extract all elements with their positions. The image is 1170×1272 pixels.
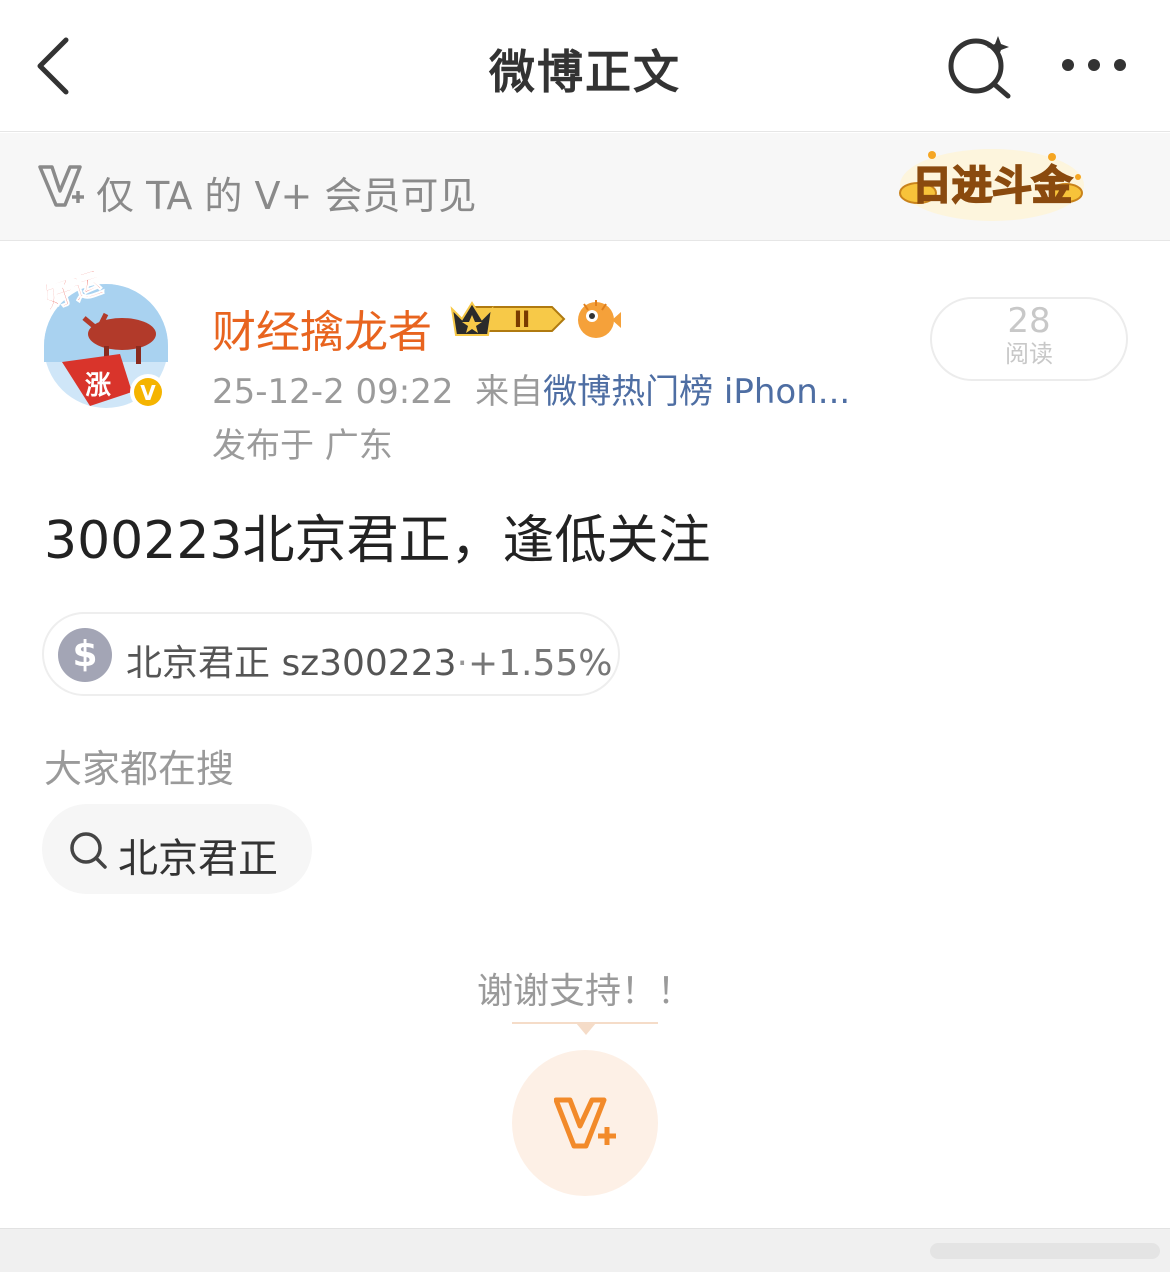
ellipsis-icon [1062,59,1126,71]
top-navigation-bar: 微博正文 [0,0,1170,132]
search-icon [70,832,107,869]
lucky-money-sticker: 日进斗金 [899,149,1084,221]
stock-quote-chip[interactable]: $ 北京君正 sz300223·+1.55% [42,612,620,696]
pufferfish-badge-icon[interactable] [574,296,622,342]
post-meta: 25-12-2 09:22 来自微博热门榜 iPhon... [212,364,850,413]
svg-text:II: II [514,308,530,333]
bull-avatar-image: 涨 好运 V [38,265,168,410]
trending-search-heading: 大家都在搜 [44,747,235,791]
post-timestamp: 25-12-2 09:22 [212,372,454,412]
trending-search-label: 北京君正 [118,836,278,882]
author-name[interactable]: 财经擒龙者 [212,296,432,360]
vplus-support-button[interactable] [512,1050,658,1196]
vplus-visibility-bar: 仅 TA 的 V+ 会员可见 日进斗金 [0,133,1170,241]
support-thanks-text: 谢谢支持！！ [476,971,693,1012]
vplus-icon [554,1097,616,1149]
stock-quote-text: 北京君正 sz300223·+1.55% [126,634,613,686]
author-avatar[interactable]: 涨 好运 V [38,262,174,412]
vplus-visibility-text: 仅 TA 的 V+ 会员可见 [96,174,477,218]
stock-change: +1.55% [467,643,613,684]
post-location: 发布于 广东 [212,426,393,466]
crown-level-badge-icon[interactable]: II [448,295,568,343]
sticker-caption: 日进斗金 [912,163,1073,209]
dollar-icon: $ [58,628,112,682]
more-options-button[interactable] [1058,50,1130,80]
search-button[interactable] [946,34,1016,100]
stock-name: 北京君正 sz300223 [126,643,457,684]
read-label: 阅读 [1005,340,1053,368]
source-prefix: 来自 [475,372,544,412]
search-sparkle-icon [948,36,1011,99]
avatar-caption-bottom: 涨 [85,371,111,401]
post-body-text: 300223北京君正，逢低关注 [44,511,711,571]
vplus-outline-icon [38,165,84,207]
divider-notch [576,1023,596,1035]
read-count-pill: 28 阅读 [930,297,1128,381]
verified-badge-icon: V [140,381,156,405]
stock-separator: · [456,643,468,684]
bottom-action-strip [0,1228,1170,1272]
post-source-link[interactable]: 微博热门榜 iPhon... [543,372,850,412]
trending-search-chip[interactable]: 北京君正 [42,804,312,894]
read-count: 28 [1007,301,1051,341]
bottom-handle [930,1243,1160,1259]
